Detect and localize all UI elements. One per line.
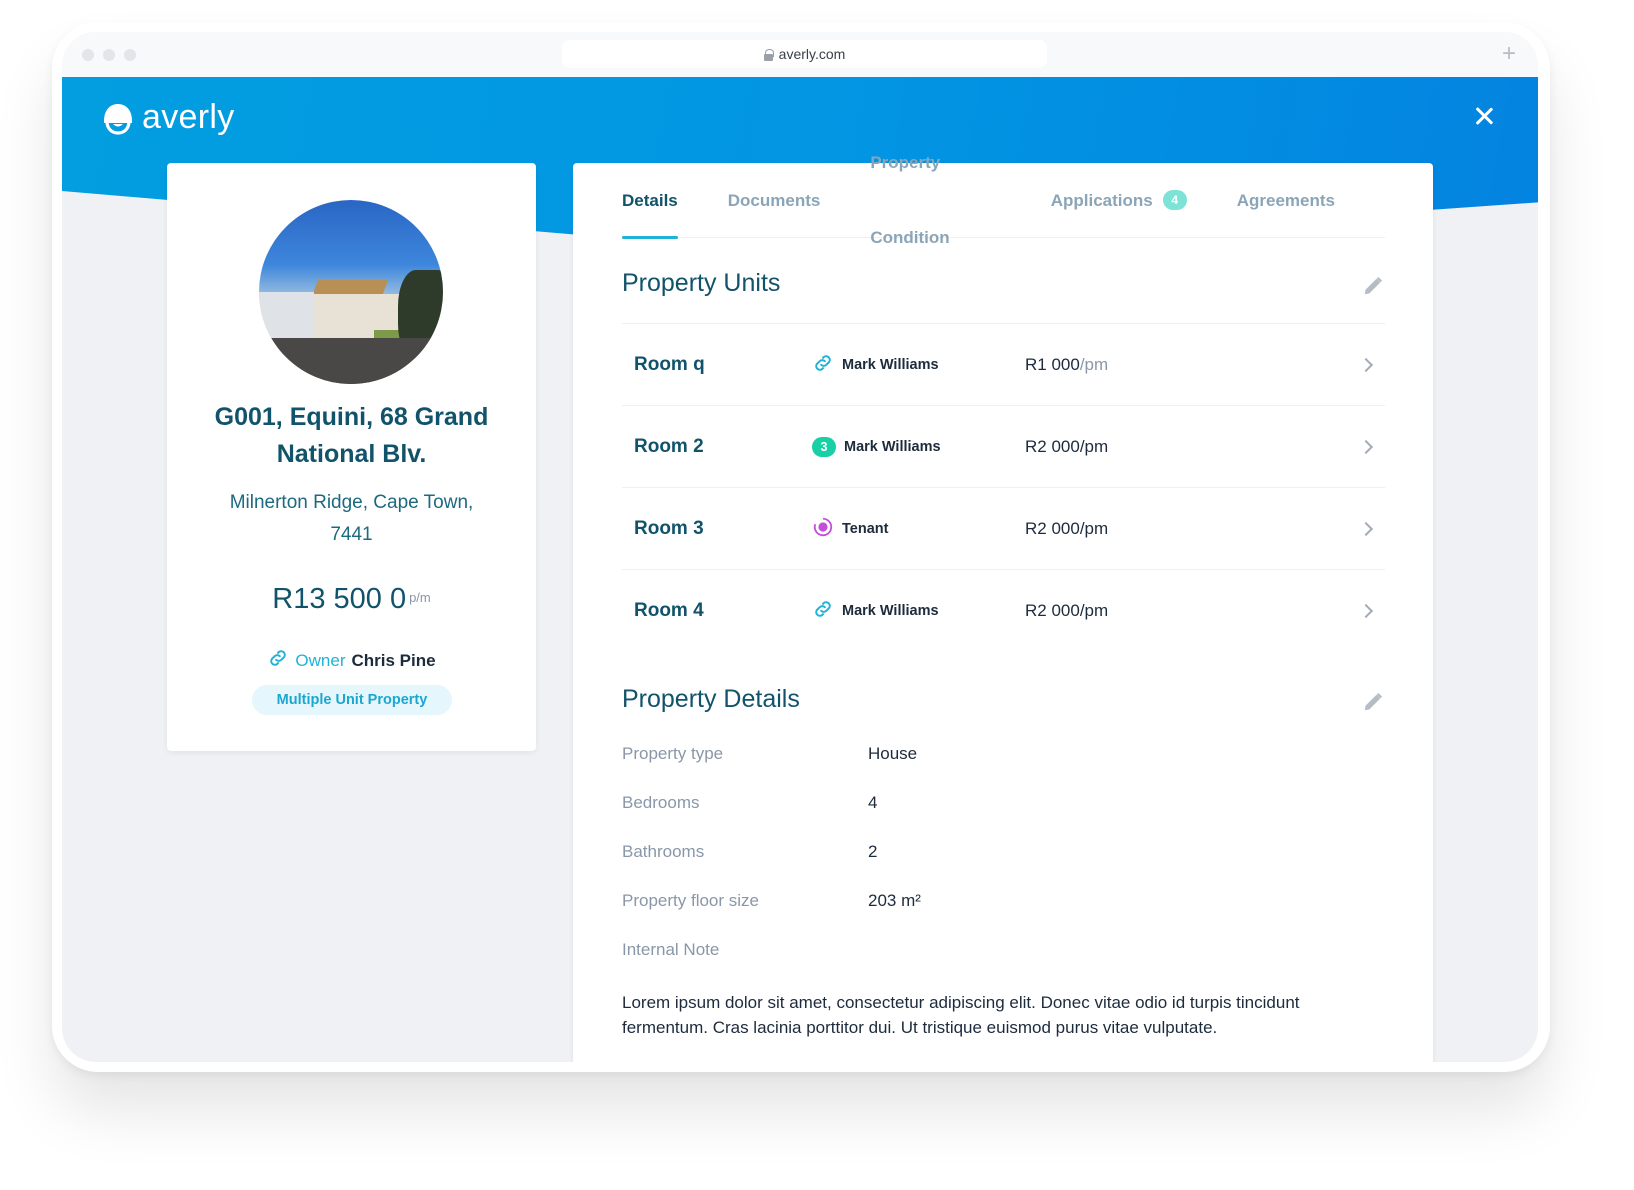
property-address: G001, Equini, 68 Grand National Blv. xyxy=(214,403,489,468)
unit-rent: R2 000/pm xyxy=(1025,601,1108,621)
detail-row: Bedrooms 4 xyxy=(622,793,1385,842)
window-dot-close[interactable] xyxy=(82,49,94,61)
tab-agreements[interactable]: Agreements xyxy=(1237,163,1335,238)
edit-units-icon[interactable] xyxy=(1362,275,1384,297)
unit-tenant[interactable]: Mark Williams xyxy=(812,352,939,378)
brand-logo[interactable]: averly xyxy=(100,98,235,137)
rent-unit: /pm xyxy=(1079,354,1109,374)
detail-label: Bathrooms xyxy=(622,842,705,861)
window-dot-minimize[interactable] xyxy=(103,49,115,61)
property-detail-panel: Details Documents Property Condition App… xyxy=(573,153,1433,1062)
unit-tenant[interactable]: Tenant xyxy=(812,516,888,542)
tab-label: Property Condition xyxy=(870,153,950,247)
url-text: averly.com xyxy=(778,46,846,62)
chevron-right-icon[interactable] xyxy=(1358,603,1374,619)
property-summary-card: G001, Equini, 68 Grand National Blv. Mil… xyxy=(167,163,536,751)
unit-row[interactable]: Room 4 Mark Williams R2 000/pm xyxy=(622,570,1385,652)
unit-rent: R2 000/pm xyxy=(1025,437,1108,457)
rent-unit: /pm xyxy=(1079,518,1109,538)
rent-amount: R2 000 xyxy=(1025,601,1080,620)
close-icon[interactable] xyxy=(1470,102,1498,130)
internal-note-text: Lorem ipsum dolor sit amet, consectetur … xyxy=(622,993,1300,1037)
detail-row: Internal Note xyxy=(622,940,1385,989)
detail-row: Bathrooms 2 xyxy=(622,842,1385,891)
detail-value: 2 xyxy=(868,842,878,861)
tab-property-condition[interactable]: Property Condition xyxy=(870,153,1000,247)
link-icon xyxy=(812,598,834,624)
detail-value: 4 xyxy=(868,793,878,812)
detail-value: 203 m² xyxy=(868,891,921,910)
tab-label: Details xyxy=(622,190,678,210)
property-type-badge: Multiple Unit Property xyxy=(252,685,452,715)
detail-label: Bedrooms xyxy=(622,793,700,812)
property-price: R13 500 0 p/m xyxy=(167,583,536,616)
price-unit: p/m xyxy=(409,590,431,605)
unit-name: Room 3 xyxy=(634,517,704,539)
units-section-title: Property Units xyxy=(622,269,781,297)
units-list: Room q Mark Williams R1 000/pm Room 2 3 … xyxy=(622,323,1385,652)
rent-unit: /pm xyxy=(1079,436,1109,456)
unit-name: Room 4 xyxy=(634,600,704,621)
tab-applications[interactable]: Applications 4 xyxy=(1051,163,1187,238)
property-photo xyxy=(259,200,443,384)
window-dot-maximize[interactable] xyxy=(124,49,136,61)
rent-amount: R2 000 xyxy=(1025,518,1080,538)
property-details-list: Property type House Bedrooms 4 Bathrooms… xyxy=(622,744,1385,989)
unit-row[interactable]: Room 2 3 Mark Williams R2 000/pm xyxy=(622,406,1385,488)
tab-label: Applications xyxy=(1050,190,1153,210)
tenant-name: Mark Williams xyxy=(844,438,941,455)
pending-tenant-icon xyxy=(812,516,834,542)
lock-icon xyxy=(763,48,774,61)
tab-bar: Details Documents Property Condition App… xyxy=(622,153,1385,247)
owner-name: Chris Pine xyxy=(351,650,436,670)
tab-documents[interactable]: Documents xyxy=(728,163,821,238)
link-icon xyxy=(812,352,834,378)
rent-amount: R2 000 xyxy=(1025,436,1080,456)
tab-label: Documents xyxy=(727,190,821,210)
details-section-title: Property Details xyxy=(622,685,800,713)
edit-details-icon[interactable] xyxy=(1362,691,1384,713)
detail-label: Property floor size xyxy=(622,891,759,910)
rent-unit: /pm xyxy=(1079,601,1109,620)
price-amount: R13 500 0 xyxy=(272,583,407,615)
unit-row[interactable]: Room 3 Tenant R2 000/pm xyxy=(622,488,1385,570)
tenant-name: Mark Williams xyxy=(842,603,939,619)
unit-name: Room q xyxy=(634,353,705,375)
brand-name: averly xyxy=(142,98,235,136)
owner-label: Owner xyxy=(295,650,346,670)
tab-details[interactable]: Details xyxy=(622,163,678,239)
owner-link[interactable]: Owner Chris Pine xyxy=(167,647,536,674)
window-controls xyxy=(82,49,136,61)
detail-label: Internal Note xyxy=(622,940,720,959)
detail-row: Property type House xyxy=(622,744,1385,793)
browser-chrome: averly.com + xyxy=(62,32,1538,77)
chevron-right-icon[interactable] xyxy=(1358,357,1374,372)
chevron-right-icon[interactable] xyxy=(1358,439,1374,454)
property-location: Milnerton Ridge, Cape Town, 7441 xyxy=(229,492,474,545)
unit-row[interactable]: Room q Mark Williams R1 000/pm xyxy=(622,324,1385,406)
address-bar[interactable]: averly.com xyxy=(562,40,1047,68)
link-icon xyxy=(267,647,289,674)
new-tab-button[interactable]: + xyxy=(1502,40,1516,68)
tab-label: Agreements xyxy=(1236,190,1335,210)
tenant-name: Tenant xyxy=(842,520,889,537)
chevron-right-icon[interactable] xyxy=(1358,521,1374,536)
unit-rent: R1 000/pm xyxy=(1025,355,1108,375)
detail-label: Property type xyxy=(622,744,724,763)
unit-rent: R2 000/pm xyxy=(1025,519,1108,539)
browser-window: averly.com + averly G001, Equini, 68 Gra… xyxy=(62,32,1538,1062)
tenant-name: Mark Williams xyxy=(842,356,939,373)
averly-logo-icon xyxy=(100,101,136,135)
detail-row: Property floor size 203 m² xyxy=(622,891,1385,940)
unit-tenant[interactable]: Mark Williams xyxy=(812,598,939,624)
unit-name: Room 2 xyxy=(634,435,704,457)
unit-tenant[interactable]: 3 Mark Williams xyxy=(812,436,941,457)
applications-count-badge: 4 xyxy=(1162,190,1187,210)
detail-value: House xyxy=(868,744,918,763)
applicant-count-pill: 3 xyxy=(812,436,836,457)
rent-amount: R1 000 xyxy=(1025,354,1080,374)
